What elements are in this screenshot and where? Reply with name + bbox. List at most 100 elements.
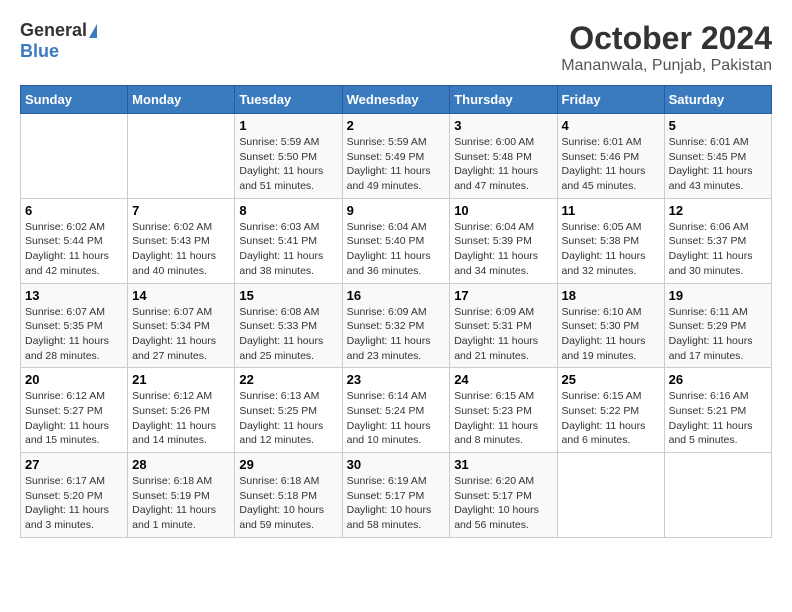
day-detail: Sunrise: 6:18 AM Sunset: 5:18 PM Dayligh… <box>239 475 324 531</box>
calendar-cell: 15Sunrise: 6:08 AM Sunset: 5:33 PM Dayli… <box>235 283 342 368</box>
day-detail: Sunrise: 6:12 AM Sunset: 5:26 PM Dayligh… <box>132 390 216 446</box>
calendar-table: SundayMondayTuesdayWednesdayThursdayFrid… <box>20 85 772 538</box>
day-number: 8 <box>239 203 337 218</box>
day-number: 9 <box>347 203 446 218</box>
calendar-cell <box>21 114 128 199</box>
calendar-cell: 27 Sunrise: 6:17 AM Sunset: 5:20 PM Dayli… <box>21 453 128 538</box>
day-detail: Sunrise: 6:01 AM Sunset: 5:46 PM Dayligh… <box>562 136 646 192</box>
day-detail: Sunrise: 6:04 AM Sunset: 5:40 PM Dayligh… <box>347 221 431 277</box>
day-number: 3 <box>454 118 552 133</box>
day-number: 16 <box>347 288 446 303</box>
header-wednesday: Wednesday <box>342 86 450 114</box>
calendar-location: Mananwala, Punjab, Pakistan <box>561 57 772 75</box>
calendar-cell: 30 Sunrise: 6:19 AM Sunset: 5:17 PM Dayli… <box>342 453 450 538</box>
day-number: 22 <box>239 372 337 387</box>
day-number: 23 <box>347 372 446 387</box>
calendar-week-row: 1Sunrise: 5:59 AM Sunset: 5:50 PM Daylig… <box>21 114 772 199</box>
day-detail: Sunrise: 6:14 AM Sunset: 5:24 PM Dayligh… <box>347 390 431 446</box>
day-number: 2 <box>347 118 446 133</box>
calendar-cell: 17Sunrise: 6:09 AM Sunset: 5:31 PM Dayli… <box>450 283 557 368</box>
day-detail: Sunrise: 6:11 AM Sunset: 5:29 PM Dayligh… <box>669 306 753 362</box>
logo-blue-text: Blue <box>20 41 59 62</box>
calendar-week-row: 6 Sunrise: 6:02 AM Sunset: 5:44 PM Daylig… <box>21 198 772 283</box>
calendar-cell: 26Sunrise: 6:16 AM Sunset: 5:21 PM Dayli… <box>664 368 771 453</box>
day-number: 1 <box>239 118 337 133</box>
header-thursday: Thursday <box>450 86 557 114</box>
header-friday: Friday <box>557 86 664 114</box>
day-detail: Sunrise: 6:02 AM Sunset: 5:44 PM Dayligh… <box>25 221 109 277</box>
calendar-cell: 16 Sunrise: 6:09 AM Sunset: 5:32 PM Dayli… <box>342 283 450 368</box>
calendar-cell: 28 Sunrise: 6:18 AM Sunset: 5:19 PM Dayli… <box>128 453 235 538</box>
day-number: 5 <box>669 118 767 133</box>
day-detail: Sunrise: 6:07 AM Sunset: 5:34 PM Dayligh… <box>132 306 216 362</box>
calendar-week-row: 13 Sunrise: 6:07 AM Sunset: 5:35 PM Dayli… <box>21 283 772 368</box>
calendar-cell: 20 Sunrise: 6:12 AM Sunset: 5:27 PM Dayli… <box>21 368 128 453</box>
day-number: 30 <box>347 457 446 472</box>
day-detail: Sunrise: 6:17 AM Sunset: 5:20 PM Dayligh… <box>25 475 109 531</box>
calendar-cell: 25Sunrise: 6:15 AM Sunset: 5:22 PM Dayli… <box>557 368 664 453</box>
calendar-cell: 4 Sunrise: 6:01 AM Sunset: 5:46 PM Daylig… <box>557 114 664 199</box>
calendar-cell: 23 Sunrise: 6:14 AM Sunset: 5:24 PM Dayli… <box>342 368 450 453</box>
day-number: 24 <box>454 372 552 387</box>
calendar-cell: 22 Sunrise: 6:13 AM Sunset: 5:25 PM Dayli… <box>235 368 342 453</box>
header-saturday: Saturday <box>664 86 771 114</box>
page-header: General Blue October 2024 Mananwala, Pun… <box>20 20 772 75</box>
day-number: 27 <box>25 457 123 472</box>
day-number: 31 <box>454 457 552 472</box>
calendar-cell: 31Sunrise: 6:20 AM Sunset: 5:17 PM Dayli… <box>450 453 557 538</box>
calendar-cell: 19 Sunrise: 6:11 AM Sunset: 5:29 PM Dayli… <box>664 283 771 368</box>
day-number: 21 <box>132 372 230 387</box>
day-detail: Sunrise: 6:03 AM Sunset: 5:41 PM Dayligh… <box>239 221 323 277</box>
calendar-cell: 14 Sunrise: 6:07 AM Sunset: 5:34 PM Dayli… <box>128 283 235 368</box>
day-number: 11 <box>562 203 660 218</box>
calendar-month-year: October 2024 <box>561 20 772 57</box>
calendar-cell: 3 Sunrise: 6:00 AM Sunset: 5:48 PM Daylig… <box>450 114 557 199</box>
day-detail: Sunrise: 6:05 AM Sunset: 5:38 PM Dayligh… <box>562 221 646 277</box>
day-detail: Sunrise: 6:02 AM Sunset: 5:43 PM Dayligh… <box>132 221 216 277</box>
day-detail: Sunrise: 5:59 AM Sunset: 5:49 PM Dayligh… <box>347 136 431 192</box>
calendar-title-area: October 2024 Mananwala, Punjab, Pakistan <box>561 20 772 75</box>
day-detail: Sunrise: 6:06 AM Sunset: 5:37 PM Dayligh… <box>669 221 753 277</box>
day-number: 26 <box>669 372 767 387</box>
day-number: 19 <box>669 288 767 303</box>
logo-general-text: General <box>20 20 87 41</box>
calendar-cell: 1Sunrise: 5:59 AM Sunset: 5:50 PM Daylig… <box>235 114 342 199</box>
day-number: 18 <box>562 288 660 303</box>
calendar-week-row: 27 Sunrise: 6:17 AM Sunset: 5:20 PM Dayli… <box>21 453 772 538</box>
logo-triangle-icon <box>89 24 97 38</box>
day-detail: Sunrise: 6:15 AM Sunset: 5:22 PM Dayligh… <box>562 390 646 446</box>
day-number: 13 <box>25 288 123 303</box>
day-number: 20 <box>25 372 123 387</box>
calendar-week-row: 20 Sunrise: 6:12 AM Sunset: 5:27 PM Dayli… <box>21 368 772 453</box>
day-number: 28 <box>132 457 230 472</box>
calendar-cell: 18 Sunrise: 6:10 AM Sunset: 5:30 PM Dayli… <box>557 283 664 368</box>
day-detail: Sunrise: 6:00 AM Sunset: 5:48 PM Dayligh… <box>454 136 538 192</box>
day-number: 14 <box>132 288 230 303</box>
calendar-cell: 2 Sunrise: 5:59 AM Sunset: 5:49 PM Daylig… <box>342 114 450 199</box>
header-tuesday: Tuesday <box>235 86 342 114</box>
day-detail: Sunrise: 6:13 AM Sunset: 5:25 PM Dayligh… <box>239 390 323 446</box>
day-number: 6 <box>25 203 123 218</box>
calendar-cell <box>128 114 235 199</box>
calendar-cell: 5Sunrise: 6:01 AM Sunset: 5:45 PM Daylig… <box>664 114 771 199</box>
calendar-cell: 13 Sunrise: 6:07 AM Sunset: 5:35 PM Dayli… <box>21 283 128 368</box>
day-detail: Sunrise: 6:12 AM Sunset: 5:27 PM Dayligh… <box>25 390 109 446</box>
day-number: 4 <box>562 118 660 133</box>
day-detail: Sunrise: 6:15 AM Sunset: 5:23 PM Dayligh… <box>454 390 538 446</box>
day-detail: Sunrise: 6:04 AM Sunset: 5:39 PM Dayligh… <box>454 221 538 277</box>
day-detail: Sunrise: 6:10 AM Sunset: 5:30 PM Dayligh… <box>562 306 646 362</box>
day-detail: Sunrise: 6:19 AM Sunset: 5:17 PM Dayligh… <box>347 475 432 531</box>
calendar-cell <box>664 453 771 538</box>
calendar-header-row: SundayMondayTuesdayWednesdayThursdayFrid… <box>21 86 772 114</box>
day-number: 12 <box>669 203 767 218</box>
day-detail: Sunrise: 6:18 AM Sunset: 5:19 PM Dayligh… <box>132 475 216 531</box>
calendar-cell: 6 Sunrise: 6:02 AM Sunset: 5:44 PM Daylig… <box>21 198 128 283</box>
day-detail: Sunrise: 6:09 AM Sunset: 5:32 PM Dayligh… <box>347 306 431 362</box>
logo: General Blue <box>20 20 97 62</box>
day-number: 17 <box>454 288 552 303</box>
calendar-cell: 24 Sunrise: 6:15 AM Sunset: 5:23 PM Dayli… <box>450 368 557 453</box>
day-detail: Sunrise: 6:07 AM Sunset: 5:35 PM Dayligh… <box>25 306 109 362</box>
day-number: 10 <box>454 203 552 218</box>
calendar-cell: 29Sunrise: 6:18 AM Sunset: 5:18 PM Dayli… <box>235 453 342 538</box>
calendar-cell: 21 Sunrise: 6:12 AM Sunset: 5:26 PM Dayli… <box>128 368 235 453</box>
